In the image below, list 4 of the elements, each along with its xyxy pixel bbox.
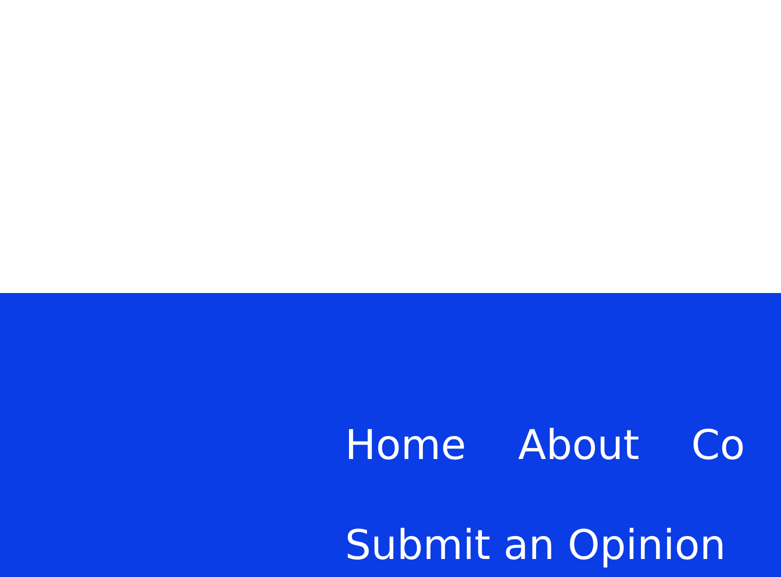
nav-link[interactable]: About bbox=[518, 421, 640, 469]
nav-link[interactable]: Submit an Opinion bbox=[345, 521, 726, 569]
nav-link[interactable]: Co bbox=[691, 421, 746, 469]
nav-link[interactable]: Home bbox=[345, 421, 466, 469]
